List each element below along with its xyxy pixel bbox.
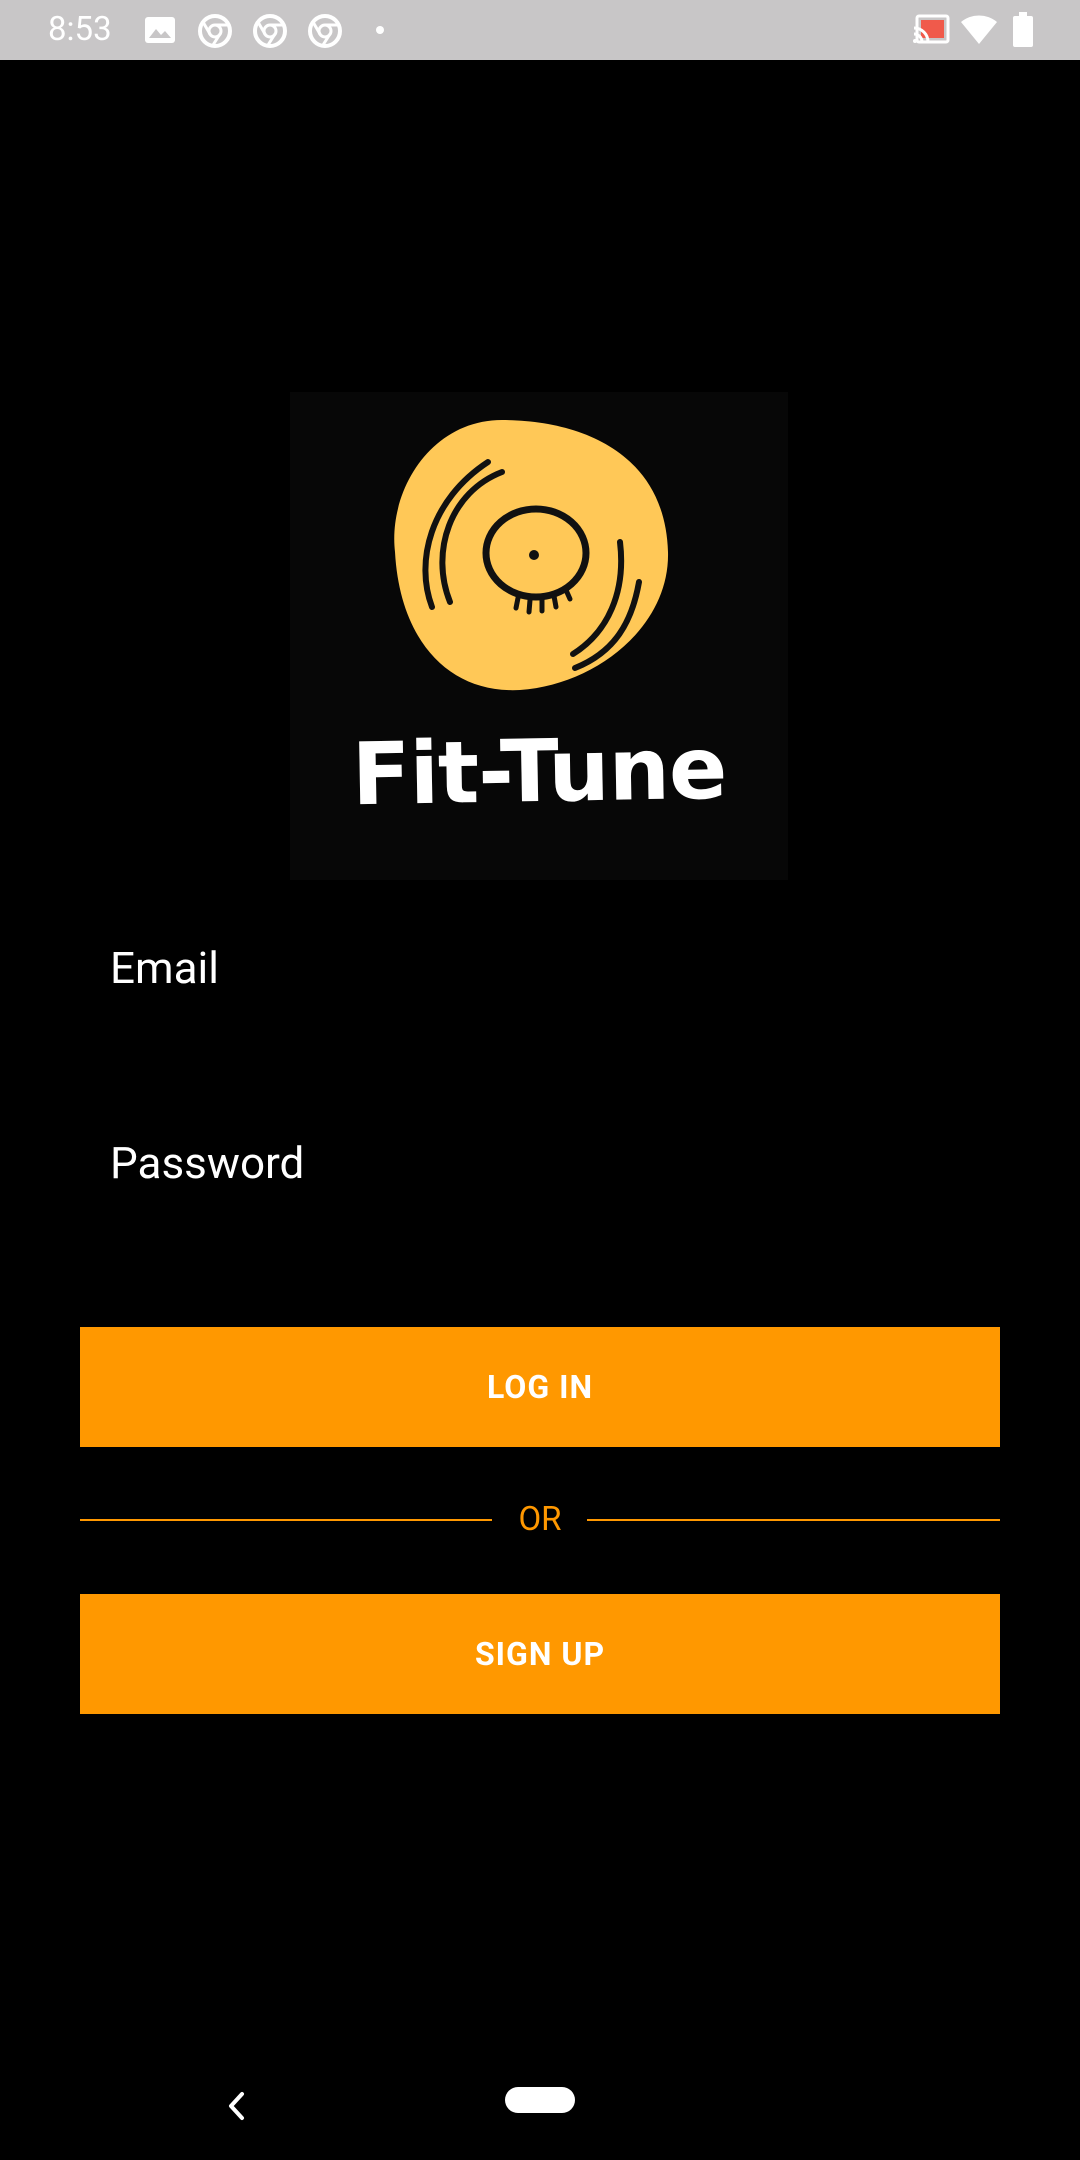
email-field[interactable] (80, 893, 1000, 1043)
brand-name: Fit-Tune (350, 718, 728, 826)
navigation-bar (0, 2040, 1080, 2160)
divider-left (80, 1519, 492, 1521)
chrome-icon (198, 14, 232, 48)
divider-right (587, 1519, 1000, 1521)
login-button[interactable]: LOG IN (80, 1327, 1000, 1447)
home-pill-icon[interactable] (505, 2087, 575, 2113)
notification-dot-icon (376, 26, 384, 34)
battery-icon (1013, 12, 1033, 47)
image-icon (145, 17, 175, 43)
signup-button[interactable]: SIGN UP (80, 1594, 1000, 1714)
chrome-icon (308, 14, 342, 48)
status-time: 8:53 (48, 10, 112, 49)
vinyl-record-icon (394, 420, 669, 691)
app-logo: Fit-Tune (290, 392, 788, 880)
chrome-icon (253, 14, 287, 48)
or-divider-label: OR (518, 1500, 562, 1539)
password-field[interactable] (80, 1088, 1000, 1238)
status-bar: 8:53 (0, 0, 1080, 60)
cast-icon (913, 14, 950, 44)
wifi-icon (961, 15, 997, 44)
back-chevron-icon[interactable] (222, 2089, 252, 2123)
